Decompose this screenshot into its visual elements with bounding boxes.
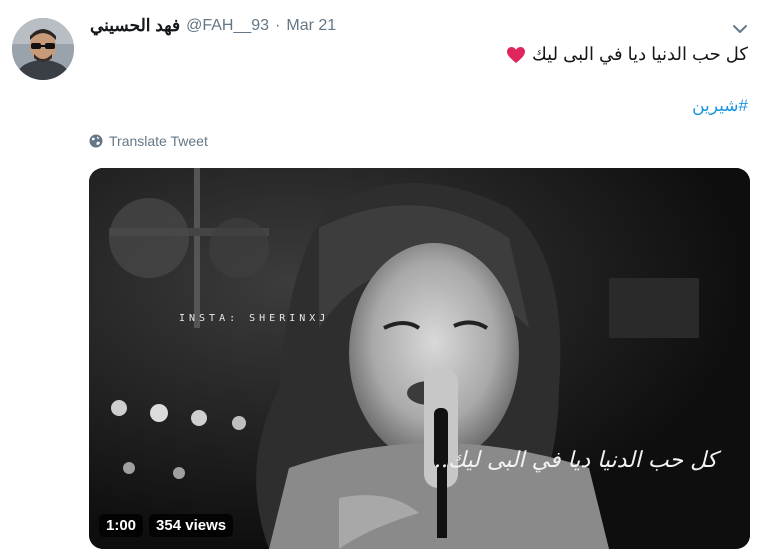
tweet-text-body: كل حب الدنيا ديا في البى ليك (532, 44, 748, 64)
tweet-text: كل حب الدنيا ديا في البى ليك (506, 44, 748, 65)
avatar[interactable] (12, 18, 74, 80)
tweet-header: فهد الحسيني @FAH__93 · Mar 21 (90, 14, 336, 38)
translate-label: Translate Tweet (109, 133, 208, 149)
user-handle[interactable]: @FAH__93 (186, 17, 269, 35)
chevron-down-icon[interactable] (732, 22, 748, 34)
translate-tweet[interactable]: Translate Tweet (89, 133, 208, 149)
tweet-date[interactable]: Mar 21 (286, 17, 336, 35)
video-frame (89, 168, 750, 549)
video-views: 354 views (149, 514, 234, 537)
separator-dot: · (275, 17, 281, 34)
heart-icon (507, 46, 525, 63)
video-lyric-overlay: كل حب الدنيا ديا في البى ليك.. (434, 448, 718, 473)
video-watermark: INSTA: SHERINXJ (179, 313, 330, 324)
video-info: 1:00 354 views (99, 514, 234, 537)
display-name[interactable]: فهد الحسيني (90, 16, 180, 36)
tweet-card[interactable]: فهد الحسيني @FAH__93 · Mar 21 كل حب الدن… (0, 0, 768, 558)
video-duration: 1:00 (99, 514, 144, 537)
video-player[interactable]: INSTA: SHERINXJ كل حب الدنيا ديا في البى… (89, 168, 750, 549)
hashtag-link[interactable]: #شيرين (692, 96, 748, 116)
globe-icon (89, 134, 103, 148)
